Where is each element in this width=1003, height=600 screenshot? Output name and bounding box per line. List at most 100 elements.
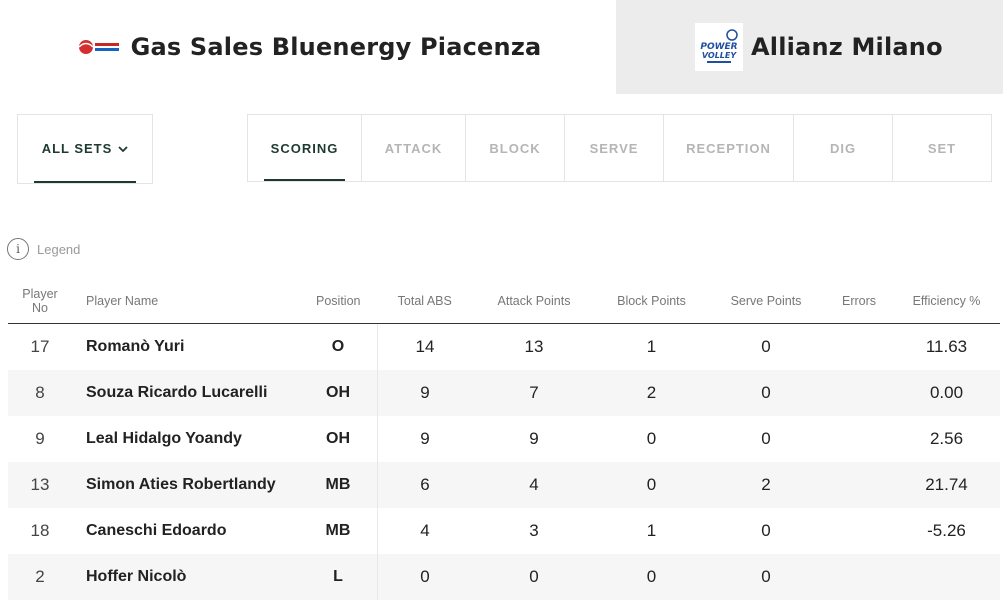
col-block-points[interactable]: Block Points (596, 278, 707, 324)
efficiency: 0.00 (893, 370, 1000, 416)
all-sets-label: ALL SETS (41, 140, 113, 156)
info-icon: i (7, 238, 29, 260)
col-position[interactable]: Position (299, 278, 378, 324)
away-team-header: POWER VOLLEY Allianz Milano (616, 0, 1003, 94)
errors (825, 554, 893, 600)
player-name[interactable]: Souza Ricardo Lucarelli (72, 370, 299, 416)
all-sets-dropdown[interactable]: ALL SETS (34, 115, 136, 183)
block-points: 2 (596, 370, 707, 416)
tab-label: DIG (829, 140, 857, 156)
col-errors[interactable]: Errors (825, 278, 893, 324)
home-team-header: Gas Sales Bluenergy Piacenza (0, 0, 616, 94)
total-abs: 9 (377, 370, 472, 416)
powervolley-milano-logo-icon: POWER VOLLEY (695, 23, 743, 71)
tab-scoring[interactable]: SCORING (248, 115, 362, 181)
attack-points: 9 (529, 429, 539, 448)
errors (825, 416, 893, 462)
player-position: L (299, 554, 378, 600)
efficiency: -5.26 (927, 521, 966, 540)
total-abs: 6 (377, 462, 472, 508)
serve-points: 0 (707, 370, 825, 416)
efficiency (893, 554, 1000, 600)
attack-points: 0 (472, 554, 596, 600)
errors (825, 462, 893, 508)
chevron-down-icon (118, 141, 128, 156)
table-row: 8 Souza Ricardo Lucarelli OH 9 7 2 0 0.0… (8, 370, 1000, 416)
total-abs: 4 (420, 521, 430, 540)
svg-text:VOLLEY: VOLLEY (702, 51, 738, 60)
block-points: 0 (646, 429, 657, 448)
player-no: 13 (8, 462, 72, 508)
attack-points: 13 (524, 337, 544, 356)
tab-label: ATTACK (384, 140, 443, 156)
tab-dig[interactable]: DIG (794, 115, 893, 181)
tab-set[interactable]: SET (893, 115, 991, 181)
tab-block[interactable]: BLOCK (466, 115, 565, 181)
player-name[interactable]: Leal Hidalgo Yoandy (72, 416, 299, 462)
col-efficiency[interactable]: Efficiency % (893, 278, 1000, 324)
player-position: MB (299, 462, 378, 508)
tab-label: SCORING (270, 140, 339, 156)
player-position: OH (299, 370, 378, 416)
table-row: 9 Leal Hidalgo Yoandy OH 9 9 0 0 2.56 (8, 416, 1000, 462)
tab-label: SET (927, 140, 957, 156)
serve-points: 2 (707, 462, 825, 508)
col-total-abs[interactable]: Total ABS (377, 278, 472, 324)
attack-points: 7 (472, 370, 596, 416)
tab-label: RECEPTION (686, 140, 771, 156)
away-team-name[interactable]: Allianz Milano (751, 33, 943, 61)
tab-label: SERVE (589, 140, 639, 156)
serve-points: 0 (761, 429, 771, 448)
col-player-name[interactable]: Player Name (72, 278, 299, 324)
player-no: 2 (8, 554, 72, 600)
errors (825, 508, 893, 554)
player-position: O (299, 323, 378, 370)
table-row: 17 Romanò Yuri O 14 13 1 0 11.63 (8, 323, 1000, 371)
player-name[interactable]: Caneschi Edoardo (72, 508, 299, 554)
efficiency: 11.63 (925, 337, 968, 356)
piacenza-logo-icon (75, 36, 121, 58)
player-no: 17 (30, 337, 50, 356)
tab-attack[interactable]: ATTACK (362, 115, 466, 181)
serve-points: 0 (707, 554, 825, 600)
player-no: 18 (30, 521, 50, 540)
legend-toggle[interactable]: i Legend (7, 238, 80, 260)
tab-reception[interactable]: RECEPTION (664, 115, 794, 181)
player-position: MB (299, 508, 378, 554)
total-abs: 9 (420, 429, 430, 448)
attack-points: 3 (529, 521, 539, 540)
block-points: 0 (596, 554, 707, 600)
col-attack-points[interactable]: Attack Points (472, 278, 596, 324)
player-position: OH (299, 416, 378, 462)
home-team-name[interactable]: Gas Sales Bluenergy Piacenza (131, 33, 542, 61)
stat-tabs: SCORING ATTACK BLOCK SERVE RECEPTION DIG… (247, 114, 992, 182)
total-abs: 14 (415, 337, 435, 356)
total-abs: 0 (377, 554, 472, 600)
tab-label: BLOCK (489, 140, 541, 156)
serve-points: 0 (761, 337, 771, 356)
table-header-row: Player No Player Name Position Total ABS… (8, 278, 1000, 324)
sets-filter: ALL SETS (17, 114, 153, 184)
serve-points: 0 (761, 521, 771, 540)
col-label: Player No (22, 286, 58, 315)
player-name[interactable]: Romanò Yuri (72, 324, 299, 371)
table-row: 18 Caneschi Edoardo MB 4 3 1 0 -5.26 (8, 508, 1000, 554)
block-points: 1 (646, 521, 657, 540)
scoring-table: Player No Player Name Position Total ABS… (8, 278, 1000, 600)
col-serve-points[interactable]: Serve Points (707, 278, 825, 324)
legend-label: Legend (37, 241, 81, 257)
player-no: 9 (35, 429, 45, 448)
table-row: 13 Simon Aties Robertlandy MB 6 4 0 2 21… (8, 462, 1000, 508)
block-points: 0 (596, 462, 707, 508)
player-name[interactable]: Hoffer Nicolò (72, 554, 299, 600)
player-name[interactable]: Simon Aties Robertlandy (72, 462, 299, 508)
col-player-no[interactable]: Player No (8, 278, 72, 324)
table-row: 2 Hoffer Nicolò L 0 0 0 0 (8, 554, 1000, 600)
errors (825, 370, 893, 416)
errors (825, 324, 893, 371)
block-points: 1 (646, 337, 657, 356)
attack-points: 4 (472, 462, 596, 508)
efficiency: 21.74 (893, 462, 1000, 508)
efficiency: 2.56 (929, 429, 964, 448)
tab-serve[interactable]: SERVE (565, 115, 664, 181)
